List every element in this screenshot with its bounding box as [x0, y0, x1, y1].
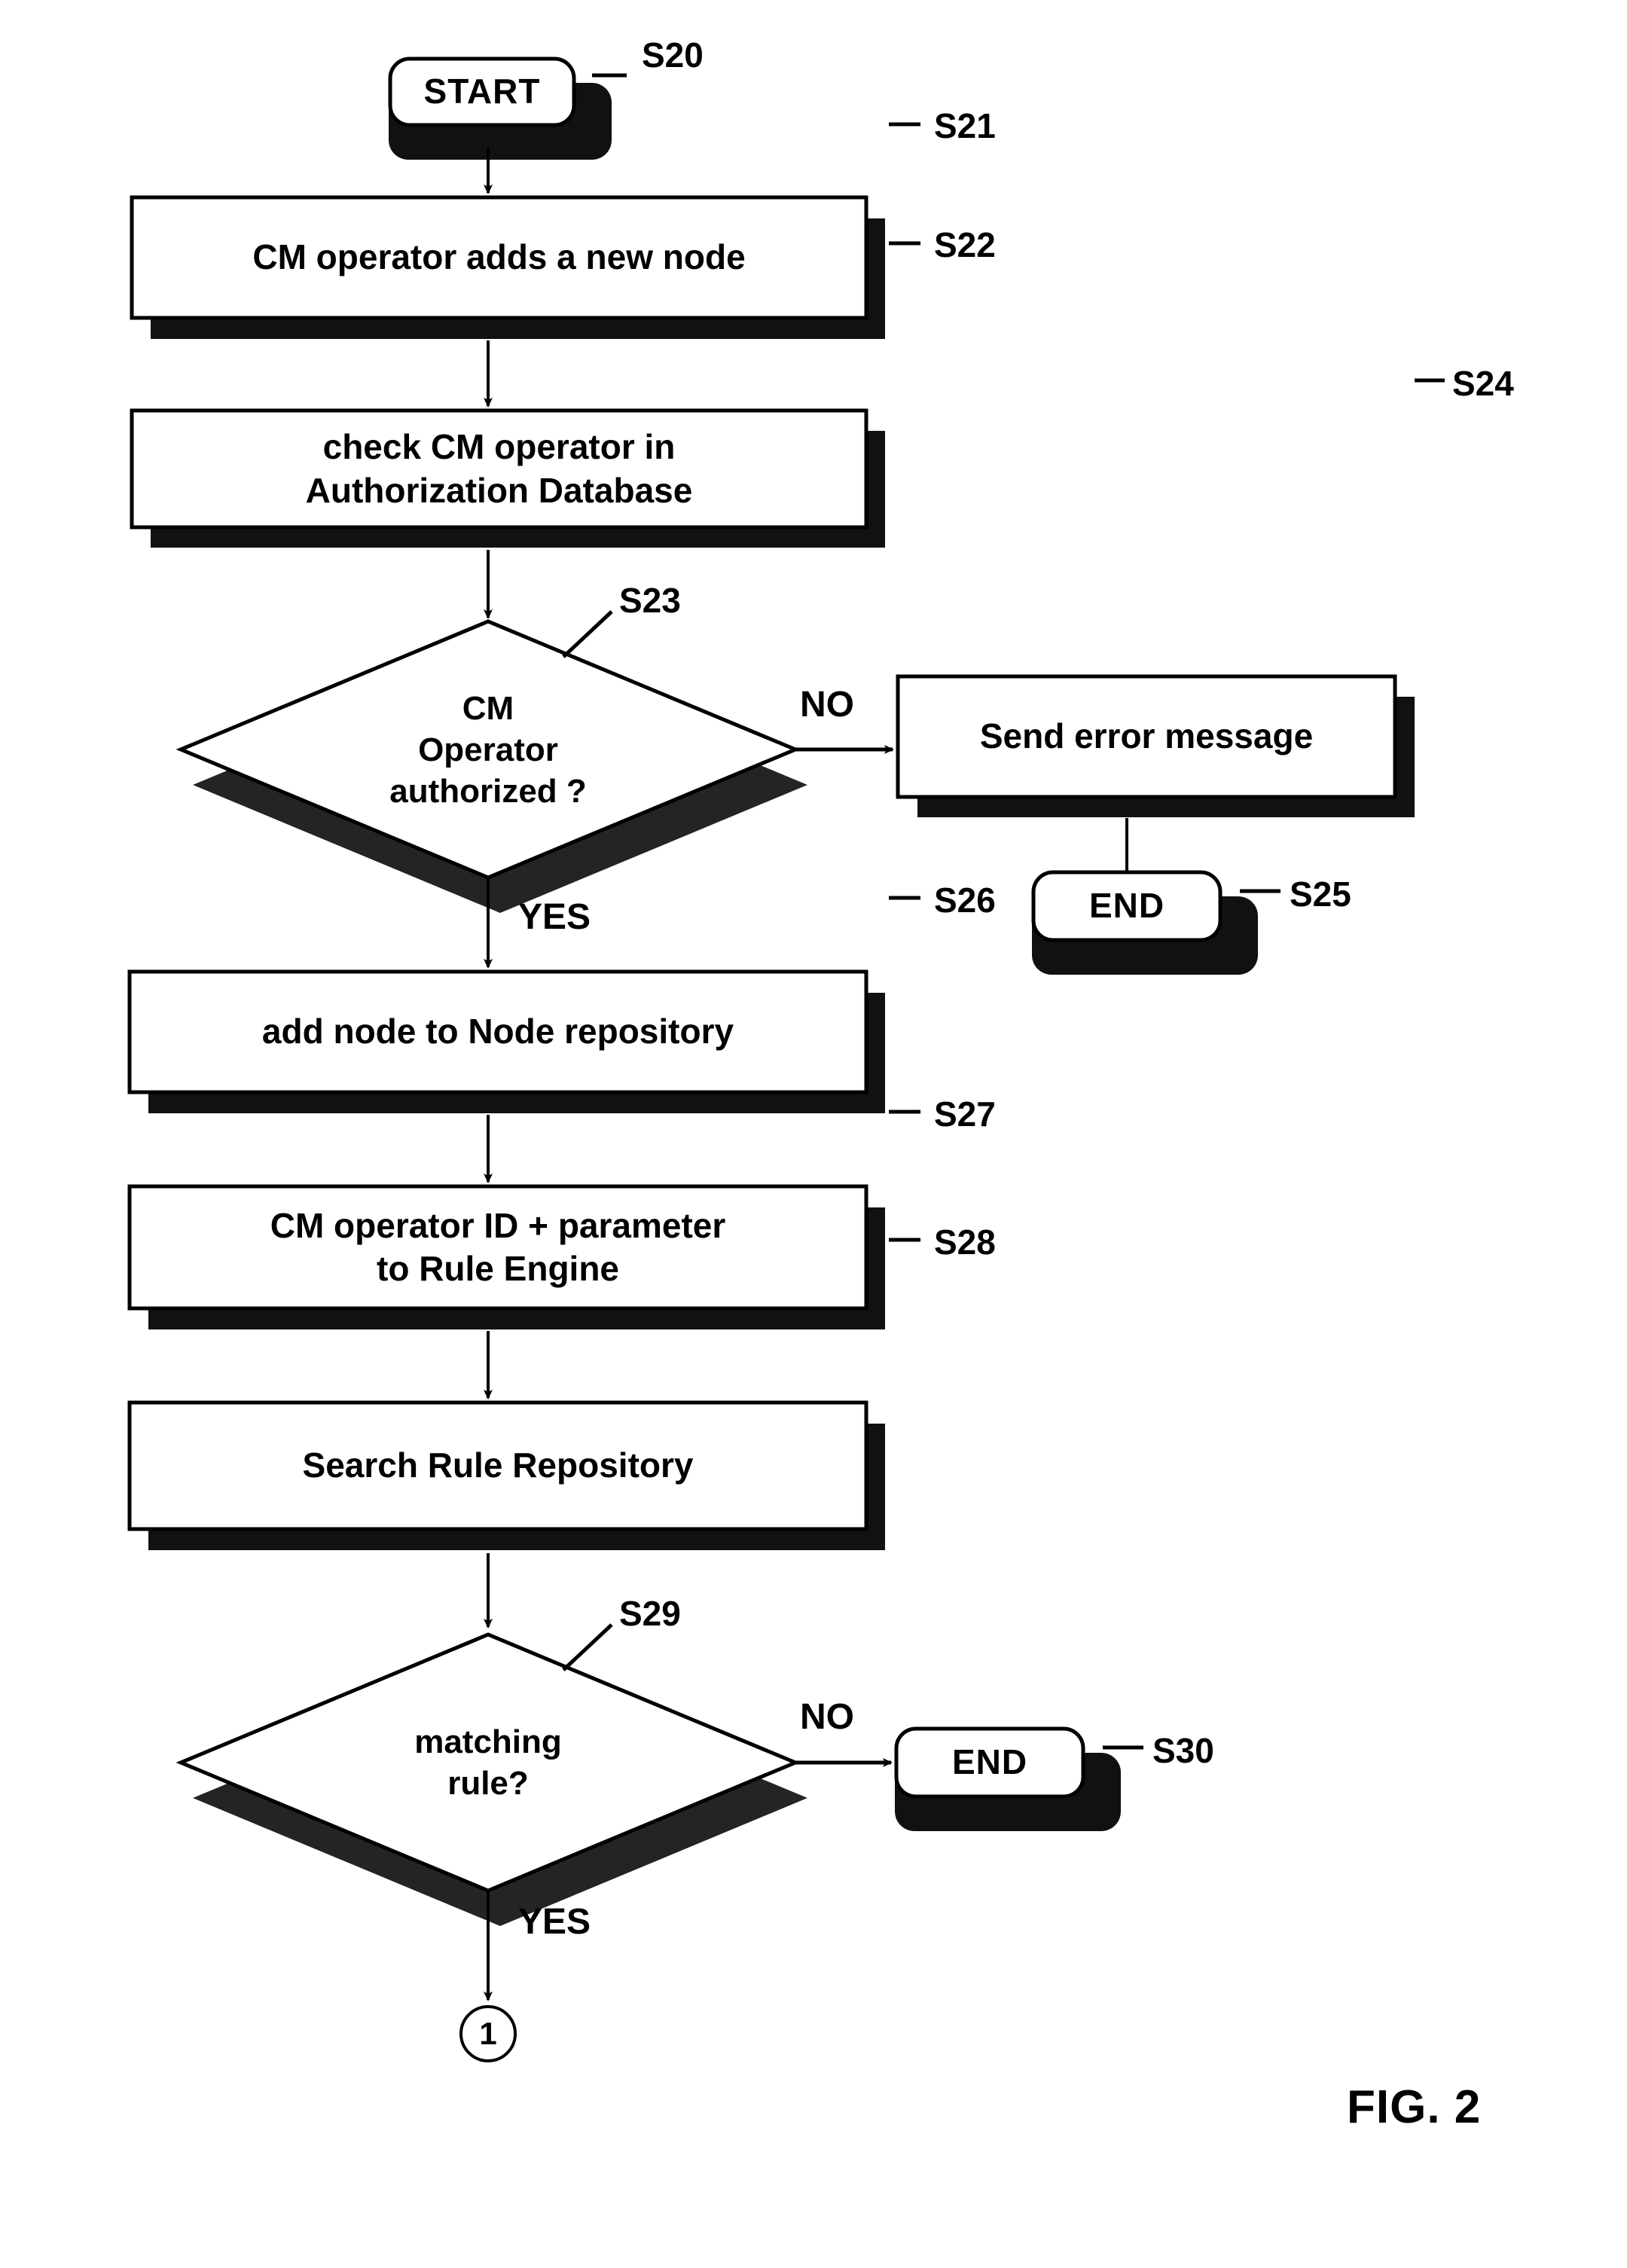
- node-s26-process: [127, 969, 885, 1113]
- node-s30-end: [894, 1726, 1121, 1831]
- branch-label-yes-s29: YES: [518, 1902, 591, 1942]
- s29-leader-line: [562, 1623, 613, 1671]
- node-s22-process: [130, 408, 885, 548]
- s25-shape: [1031, 870, 1223, 942]
- branch-label-no-s29: NO: [800, 1697, 854, 1737]
- s30-shape: [894, 1726, 1085, 1799]
- connector-label-1: 1: [479, 2016, 497, 2051]
- s24-shape: [896, 674, 1397, 799]
- s25-ref-label: S25: [1290, 875, 1351, 914]
- node-s21-process: [130, 195, 885, 339]
- figure-caption: FIG. 2: [1347, 2081, 1482, 2133]
- s26-ref-label: S26: [934, 881, 996, 920]
- figure-page: START S20 CM operator adds a new node S2…: [0, 0, 1627, 2268]
- s21-shape: [130, 195, 868, 320]
- s27-shape: [127, 1184, 868, 1311]
- node-s23-decision: [176, 619, 807, 913]
- s22-shape: [130, 408, 868, 530]
- node-s24-process: [896, 674, 1415, 817]
- flowchart-canvas: [127, 56, 1445, 2062]
- node-s20-start: [388, 56, 612, 160]
- s28-ref-label: S28: [934, 1223, 996, 1262]
- s26-shape: [127, 969, 868, 1094]
- s30-ref-label: S30: [1152, 1731, 1214, 1770]
- s22-ref-label: S22: [934, 225, 996, 264]
- node-s25-end: [1031, 870, 1258, 975]
- s29-shape: [176, 1632, 801, 1893]
- s23-leader-line: [562, 610, 613, 658]
- node-s28-process: [127, 1400, 885, 1550]
- branch-label-no-s23: NO: [800, 685, 854, 725]
- s29-ref-label: S29: [619, 1594, 681, 1633]
- s23-shape: [176, 619, 801, 880]
- s27-ref-label: S27: [934, 1094, 996, 1134]
- s23-ref-label: S23: [619, 581, 681, 620]
- s20-shape: [388, 56, 576, 127]
- s24-ref-label: S24: [1452, 364, 1514, 403]
- s21-ref-label: S21: [934, 106, 996, 145]
- node-s27-process: [127, 1184, 885, 1329]
- s20-ref-label: S20: [642, 35, 704, 75]
- node-s29-decision: [176, 1632, 807, 1926]
- branch-label-yes-s23: YES: [518, 897, 591, 937]
- s28-shape: [127, 1400, 868, 1531]
